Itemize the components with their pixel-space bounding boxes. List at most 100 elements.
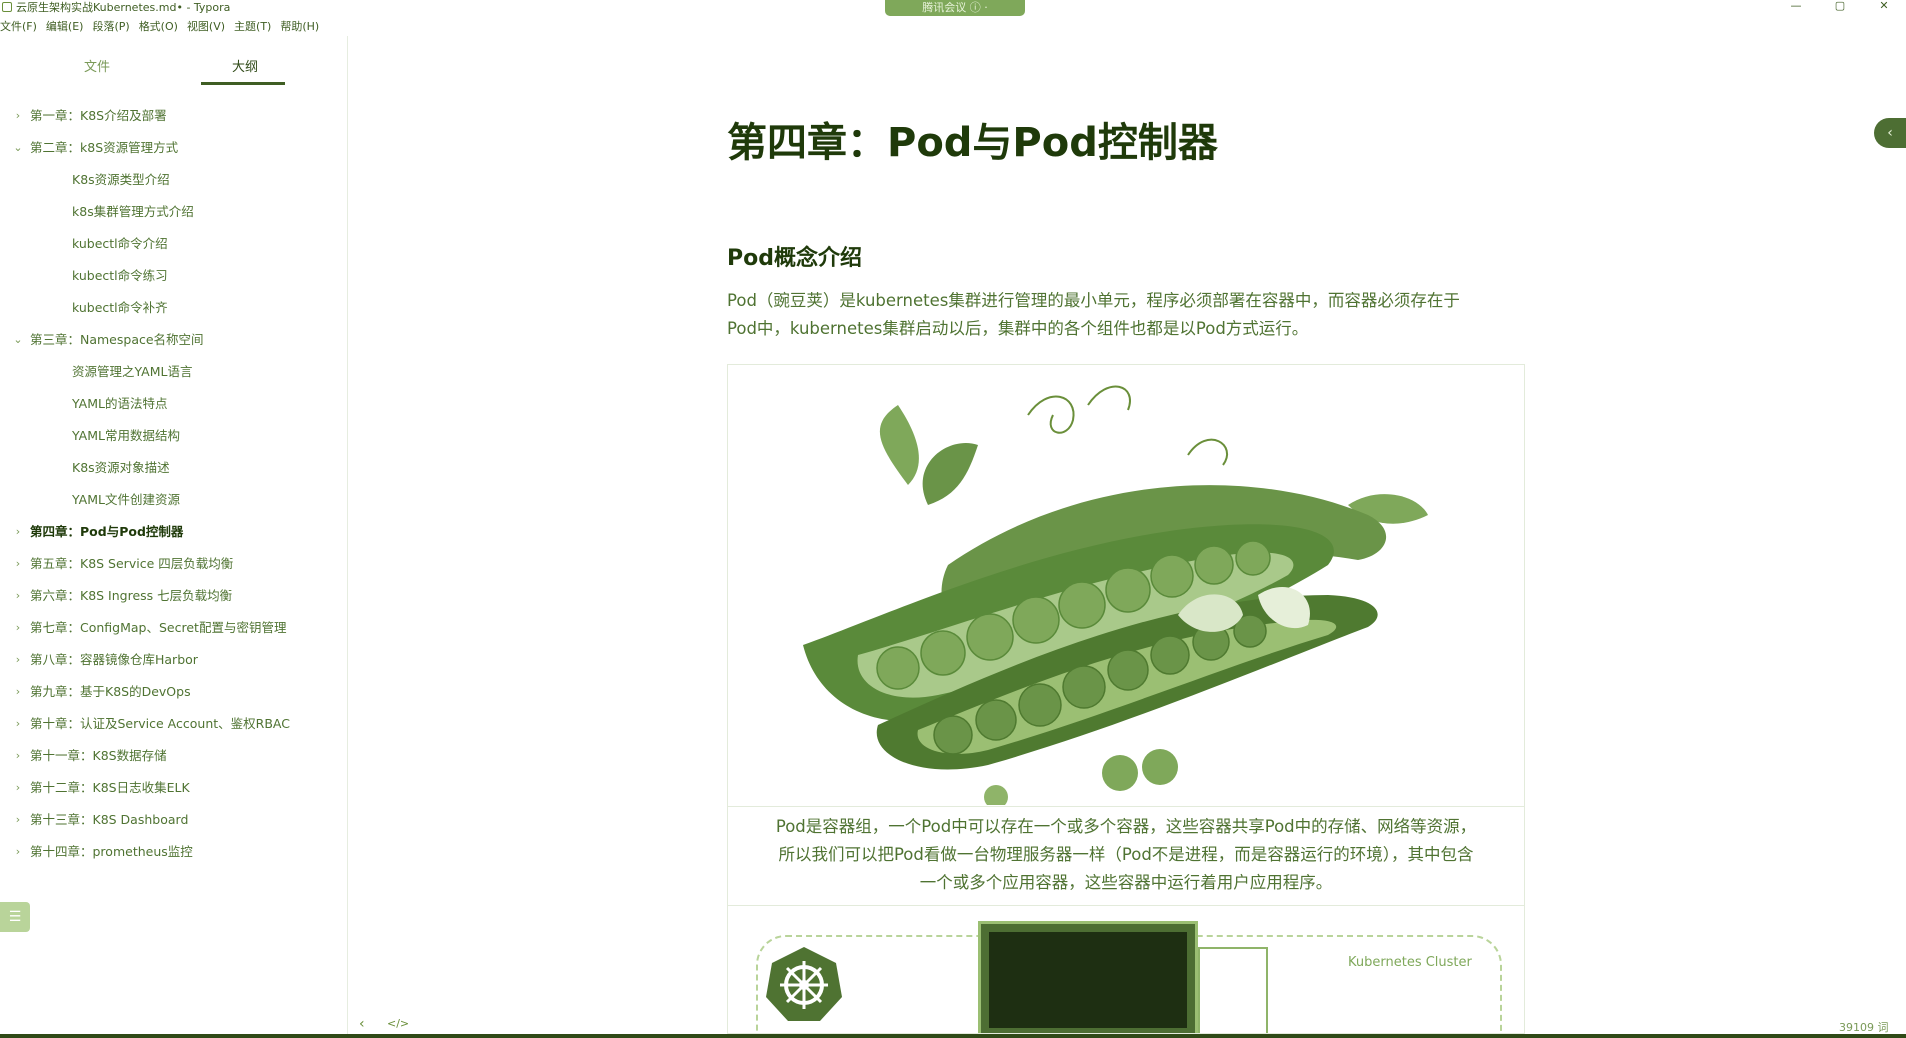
status-bar: ‹ </> 39109 词 bbox=[349, 1016, 1906, 1036]
chevron-right-icon[interactable]: › bbox=[12, 580, 24, 612]
outline-item-label: K8s资源对象描述 bbox=[72, 460, 170, 475]
outline-item-label: kubectl命令补齐 bbox=[72, 300, 168, 315]
menu-theme[interactable]: 主题(T) bbox=[234, 19, 271, 35]
sidebar-toggle-icon[interactable]: ☰ bbox=[0, 902, 30, 932]
figure-table: Pod是容器组，一个Pod中可以存在一个或多个容器，这些容器共享Pod中的存储、… bbox=[727, 364, 1525, 1034]
chevron-down-icon[interactable]: ⌄ bbox=[12, 132, 24, 164]
outline-item[interactable]: K8s资源类型介绍 bbox=[0, 164, 340, 196]
outline-item[interactable]: kubectl命令介绍 bbox=[0, 228, 340, 260]
outline-item-label: K8s资源类型介绍 bbox=[72, 172, 170, 187]
chevron-right-icon[interactable]: › bbox=[12, 100, 24, 132]
outline-item-label: 第三章：Namespace名称空间 bbox=[30, 332, 204, 347]
tab-outline[interactable]: 大纲 bbox=[205, 56, 285, 75]
word-count[interactable]: 39109 词 bbox=[1839, 1019, 1889, 1035]
outline-item[interactable]: kubectl命令补齐 bbox=[0, 292, 340, 324]
para-line: Pod（豌豆荚）是kubernetes集群进行管理的最小单元，程序必须部署在容器… bbox=[727, 291, 1460, 310]
chevron-right-icon[interactable]: › bbox=[12, 644, 24, 676]
menu-edit[interactable]: 编辑(E) bbox=[46, 19, 84, 35]
outline-item[interactable]: › 第十一章：K8S数据存储 bbox=[0, 740, 340, 772]
outline-item-label: 第四章：Pod与Pod控制器 bbox=[30, 524, 184, 539]
outline-item-label: 第十章：认证及Service Account、鉴权RBAC bbox=[30, 716, 290, 731]
outline-item[interactable]: › 第六章：K8S Ingress 七层负载均衡 bbox=[0, 580, 340, 612]
taskbar-edge bbox=[0, 1034, 1906, 1038]
outline-item[interactable]: YAML的语法特点 bbox=[0, 388, 340, 420]
typora-app-icon bbox=[2, 2, 12, 12]
outline-item[interactable]: › 第十三章：K8S Dashboard bbox=[0, 804, 340, 836]
active-tab-indicator bbox=[201, 82, 285, 85]
caption-line: 所以我们可以把Pod看做一台物理服务器一样（Pod不是进程，而是容器运行的环境）… bbox=[778, 845, 1474, 864]
tab-files[interactable]: 文件 bbox=[57, 56, 137, 75]
cluster-label: Kubernetes Cluster bbox=[1348, 955, 1472, 970]
terminal-screen bbox=[989, 932, 1187, 1028]
outline-item[interactable]: ⌄ 第二章：k8S资源管理方式 bbox=[0, 132, 340, 164]
heading-1: 第四章：Pod与Pod控制器 bbox=[727, 120, 1218, 166]
menu-view[interactable]: 视图(V) bbox=[187, 19, 225, 35]
heading-2: Pod概念介绍 bbox=[727, 246, 862, 271]
outline-item[interactable]: › 第四章：Pod与Pod控制器 bbox=[0, 516, 340, 548]
outline-item-label: 第十三章：K8S Dashboard bbox=[30, 812, 189, 827]
chevron-right-icon[interactable]: › bbox=[12, 772, 24, 804]
outline-item[interactable]: › 第七章：ConfigMap、Secret配置与密钥管理 bbox=[0, 612, 340, 644]
outline-item[interactable]: › 第十四章：prometheus监控 bbox=[0, 836, 340, 868]
outline-item[interactable]: YAML常用数据结构 bbox=[0, 420, 340, 452]
menu-bar: 文件(F) 编辑(E) 段落(P) 格式(O) 视图(V) 主题(T) 帮助(H… bbox=[0, 19, 319, 35]
outline-item[interactable]: k8s集群管理方式介绍 bbox=[0, 196, 340, 228]
kubernetes-logo-icon bbox=[766, 947, 842, 1021]
outline-item-label: 第十四章：prometheus监控 bbox=[30, 844, 193, 859]
maximize-button[interactable]: ▢ bbox=[1826, 0, 1854, 14]
chevron-right-icon[interactable]: › bbox=[12, 676, 24, 708]
window-title: 云原生架构实战Kubernetes.md• - Typora bbox=[16, 1, 231, 14]
chevron-right-icon[interactable]: › bbox=[12, 740, 24, 772]
outline-item-label: 第五章：K8S Service 四层负载均衡 bbox=[30, 556, 234, 571]
chevron-right-icon[interactable]: › bbox=[12, 804, 24, 836]
outline-item[interactable]: › 第十二章：K8S日志收集ELK bbox=[0, 772, 340, 804]
chevron-right-icon[interactable]: › bbox=[12, 548, 24, 580]
outline-item[interactable]: ⌄ 第三章：Namespace名称空间 bbox=[0, 324, 340, 356]
chevron-right-icon[interactable]: › bbox=[12, 708, 24, 740]
chevron-down-icon[interactable]: ⌄ bbox=[12, 324, 24, 356]
meeting-indicator[interactable]: 腾讯会议 ⓘ · bbox=[885, 0, 1025, 16]
outline-item[interactable]: YAML文件创建资源 bbox=[0, 484, 340, 516]
caption-line: Pod是容器组，一个Pod中可以存在一个或多个容器，这些容器共享Pod中的存储、… bbox=[775, 817, 1477, 836]
outline-item-label: 资源管理之YAML语言 bbox=[72, 364, 193, 379]
title-bar: 云原生架构实战Kubernetes.md• - Typora 腾讯会议 ⓘ · … bbox=[0, 0, 1906, 16]
outline-item[interactable]: › 第八章：容器镜像仓库Harbor bbox=[0, 644, 340, 676]
outline-item-label: 第十二章：K8S日志收集ELK bbox=[30, 780, 190, 795]
outline-item[interactable]: K8s资源对象描述 bbox=[0, 452, 340, 484]
pea-pod-image bbox=[728, 365, 1524, 805]
outline-item-label: kubectl命令介绍 bbox=[72, 236, 168, 251]
menu-format[interactable]: 格式(O) bbox=[139, 19, 178, 35]
back-icon[interactable]: ‹ bbox=[359, 1016, 365, 1032]
chevron-right-icon[interactable]: › bbox=[12, 612, 24, 644]
sidebar: 文件 大纲 › 第一章：K8S介绍及部署 ⌄ 第二章：k8S资源管理方式 K8s资源类型… bbox=[0, 36, 348, 1034]
chevron-right-icon[interactable]: › bbox=[12, 836, 24, 868]
menu-paragraph[interactable]: 段落(P) bbox=[92, 19, 129, 35]
source-code-toggle-icon[interactable]: </> bbox=[387, 1017, 409, 1030]
chevron-right-icon[interactable]: › bbox=[12, 516, 24, 548]
outline-item[interactable]: › 第九章：基于K8S的DevOps bbox=[0, 676, 340, 708]
outline-item-label: YAML文件创建资源 bbox=[72, 492, 180, 507]
outline-item[interactable]: kubectl命令练习 bbox=[0, 260, 340, 292]
outline-toggle-icon[interactable]: ‹ bbox=[1874, 118, 1906, 148]
menu-help[interactable]: 帮助(H) bbox=[280, 19, 319, 35]
outline-item-label: kubectl命令练习 bbox=[72, 268, 168, 283]
outline-item-label: 第六章：K8S Ingress 七层负载均衡 bbox=[30, 588, 233, 603]
outline-list: › 第一章：K8S介绍及部署 ⌄ 第二章：k8S资源管理方式 K8s资源类型介绍 k8s集… bbox=[0, 100, 340, 868]
outline-item-label: 第八章：容器镜像仓库Harbor bbox=[30, 652, 198, 667]
pea-pod-illustration bbox=[803, 385, 1428, 805]
editor-area[interactable]: 第四章：Pod与Pod控制器 Pod概念介绍 Pod（豌豆荚）是kubernet… bbox=[349, 36, 1906, 1034]
outline-item-label: 第十一章：K8S数据存储 bbox=[30, 748, 167, 763]
outline-item[interactable]: 资源管理之YAML语言 bbox=[0, 356, 340, 388]
outline-item-label: 第二章：k8S资源管理方式 bbox=[30, 140, 179, 155]
outline-item[interactable]: › 第一章：K8S介绍及部署 bbox=[0, 100, 340, 132]
outline-item-label: 第九章：基于K8S的DevOps bbox=[30, 684, 191, 699]
outline-item-label: YAML的语法特点 bbox=[72, 396, 168, 411]
close-button[interactable]: ✕ bbox=[1870, 0, 1898, 14]
figure-caption: Pod是容器组，一个Pod中可以存在一个或多个容器，这些容器共享Pod中的存储、… bbox=[728, 806, 1524, 906]
outline-item-label: 第七章：ConfigMap、Secret配置与密钥管理 bbox=[30, 620, 287, 635]
para-line: Pod中，kubernetes集群启动以后，集群中的各个组件也都是以Pod方式运… bbox=[727, 319, 1309, 338]
minimize-button[interactable]: — bbox=[1782, 0, 1810, 14]
outline-item[interactable]: › 第十章：认证及Service Account、鉴权RBAC bbox=[0, 708, 340, 740]
menu-file[interactable]: 文件(F) bbox=[0, 19, 37, 35]
outline-item[interactable]: › 第五章：K8S Service 四层负载均衡 bbox=[0, 548, 340, 580]
